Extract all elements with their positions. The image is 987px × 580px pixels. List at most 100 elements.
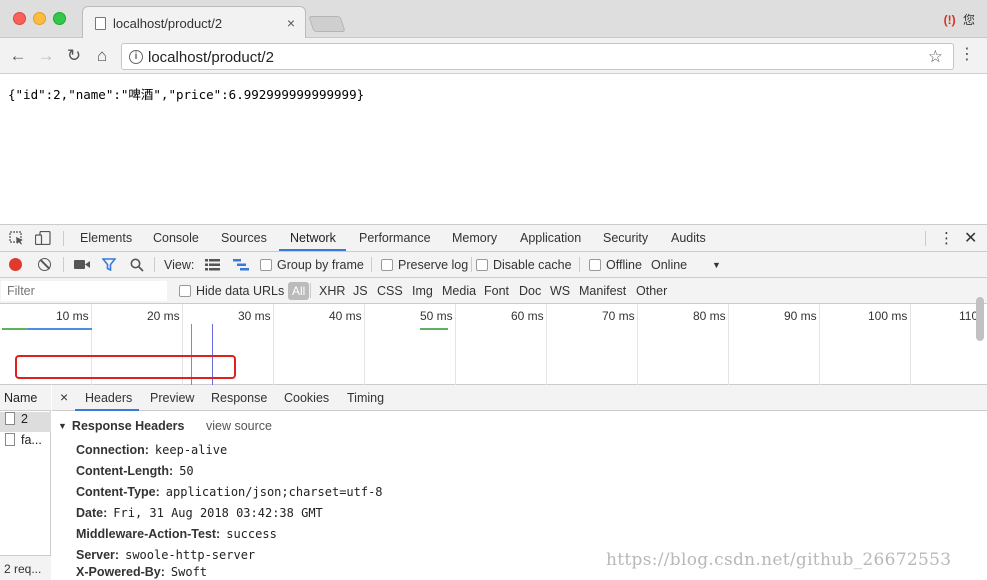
waterfall-icon[interactable] — [233, 259, 249, 271]
highlight-annotation — [15, 355, 236, 379]
profile-label[interactable]: 您 — [963, 13, 975, 27]
window-minimize-button[interactable] — [33, 12, 46, 25]
view-source-link[interactable]: view source — [206, 419, 272, 433]
offline-checkbox[interactable]: Offline — [589, 258, 642, 272]
filter-type-css[interactable]: CSS — [377, 284, 403, 298]
tab-headers[interactable]: Headers — [85, 391, 132, 405]
header-value: success — [226, 527, 277, 541]
filter-type-xhr[interactable]: XHR — [319, 284, 345, 298]
header-name: Middleware-Action-Test: — [76, 527, 221, 541]
header-value: application/json;charset=utf-8 — [165, 485, 383, 499]
forward-arrow-icon[interactable]: → — [35, 45, 57, 67]
header-name: Content-Type: — [76, 485, 160, 499]
video-camera-icon[interactable] — [74, 259, 90, 270]
document-icon — [5, 412, 15, 425]
filter-type-doc[interactable]: Doc — [519, 284, 541, 298]
filter-type-media[interactable]: Media — [442, 284, 476, 298]
extension-icon[interactable]: (!) — [944, 13, 956, 27]
scrollbar-thumb[interactable] — [976, 297, 984, 341]
tab-close-button[interactable]: × — [287, 15, 295, 31]
tab-preview[interactable]: Preview — [150, 391, 194, 405]
group-by-frame-checkbox[interactable]: Group by frame — [260, 258, 364, 272]
tab-audits[interactable]: Audits — [671, 231, 706, 245]
bookmark-star-icon[interactable]: ☆ — [928, 47, 943, 67]
divider — [310, 283, 311, 298]
detail-tabbar: × Headers Preview Response Cookies Timin… — [52, 385, 987, 411]
filter-type-img[interactable]: Img — [412, 284, 433, 298]
devtools-menu-icon[interactable]: ⋮ — [939, 229, 954, 247]
divider — [63, 257, 64, 272]
browser-menu-icon[interactable]: ⋮ — [959, 47, 975, 63]
filter-type-js[interactable]: JS — [353, 284, 368, 298]
window-close-button[interactable] — [13, 12, 26, 25]
tab-sources[interactable]: Sources — [221, 231, 267, 245]
offline-label: Offline — [606, 258, 642, 272]
disable-cache-checkbox[interactable]: Disable cache — [476, 258, 572, 272]
filter-type-font[interactable]: Font — [484, 284, 509, 298]
network-toolbar: View: Group by frame Preserve log Disabl… — [0, 252, 987, 278]
chevron-down-icon[interactable]: ▼ — [712, 260, 721, 270]
header-row: Date: Fri, 31 Aug 2018 03:42:38 GMT — [76, 506, 323, 520]
tab-timing[interactable]: Timing — [347, 391, 384, 405]
tab-security[interactable]: Security — [603, 231, 648, 245]
header-name: X-Powered-By: — [76, 565, 165, 579]
page-content: {"id":2,"name":"啤酒","price":6.9929999999… — [0, 75, 987, 225]
info-icon[interactable]: i — [129, 50, 143, 64]
tab-performance[interactable]: Performance — [359, 231, 431, 245]
list-item[interactable]: 2 — [0, 412, 51, 432]
tab-cookies[interactable]: Cookies — [284, 391, 329, 405]
header-name: Content-Length: — [76, 464, 174, 478]
browser-tab[interactable]: localhost/product/2 × — [82, 6, 306, 39]
filter-input[interactable] — [1, 281, 167, 301]
filter-funnel-icon[interactable] — [102, 258, 116, 271]
response-headers-section[interactable]: ▼ Response Headers — [58, 419, 184, 433]
search-icon[interactable] — [130, 258, 144, 272]
large-rows-icon[interactable] — [205, 259, 220, 271]
window-maximize-button[interactable] — [53, 12, 66, 25]
divider — [154, 257, 155, 272]
address-bar[interactable]: i localhost/product/2 ☆ — [121, 43, 954, 70]
clear-icon[interactable] — [38, 258, 51, 271]
home-icon[interactable]: ⌂ — [91, 45, 113, 67]
tab-response[interactable]: Response — [211, 391, 267, 405]
list-item[interactable]: fa... — [0, 433, 51, 453]
request-name: 2 — [21, 412, 28, 426]
grid-line — [546, 304, 547, 385]
preserve-log-checkbox[interactable]: Preserve log — [381, 258, 468, 272]
reload-icon[interactable]: ↻ — [63, 45, 85, 67]
devtools-close-icon[interactable]: ✕ — [964, 228, 977, 248]
extension-area[interactable]: (!) 您 — [944, 11, 975, 28]
device-toolbar-icon[interactable] — [35, 231, 51, 245]
timeline-label: 90 ms — [784, 309, 817, 323]
request-name: fa... — [21, 433, 42, 447]
tab-network[interactable]: Network — [290, 231, 336, 245]
new-tab-button[interactable] — [308, 16, 346, 32]
throttling-select[interactable]: Online — [651, 258, 687, 272]
throttling-value: Online — [651, 258, 688, 272]
name-column-header[interactable]: Name — [0, 385, 51, 411]
timeline-label: 40 ms — [329, 309, 362, 323]
section-title: Response Headers — [71, 419, 185, 433]
back-arrow-icon[interactable]: ← — [7, 45, 29, 67]
timeline-label: 30 ms — [238, 309, 271, 323]
header-row: Content-Length: 50 — [76, 464, 194, 478]
timeline-label: 70 ms — [602, 309, 635, 323]
header-value: Fri, 31 Aug 2018 03:42:38 GMT — [113, 506, 323, 520]
filter-type-other[interactable]: Other — [636, 284, 667, 298]
url-text[interactable]: localhost/product/2 — [148, 49, 274, 66]
detail-close-icon[interactable]: × — [60, 389, 68, 405]
header-name: Connection: — [76, 443, 149, 457]
tab-elements[interactable]: Elements — [80, 231, 132, 245]
tab-application[interactable]: Application — [520, 231, 581, 245]
record-icon[interactable] — [9, 258, 22, 271]
hide-data-urls-checkbox[interactable]: Hide data URLs — [179, 284, 284, 298]
filter-type-manifest[interactable]: Manifest — [579, 284, 626, 298]
active-tab-indicator — [279, 249, 346, 251]
filter-type-all[interactable]: All — [288, 282, 310, 300]
filter-type-ws[interactable]: WS — [550, 284, 570, 298]
header-row: Content-Type: application/json;charset=ut… — [76, 485, 383, 499]
inspect-element-icon[interactable] — [9, 231, 25, 245]
header-value: 50 — [179, 464, 194, 478]
tab-memory[interactable]: Memory — [452, 231, 497, 245]
tab-console[interactable]: Console — [153, 231, 199, 245]
